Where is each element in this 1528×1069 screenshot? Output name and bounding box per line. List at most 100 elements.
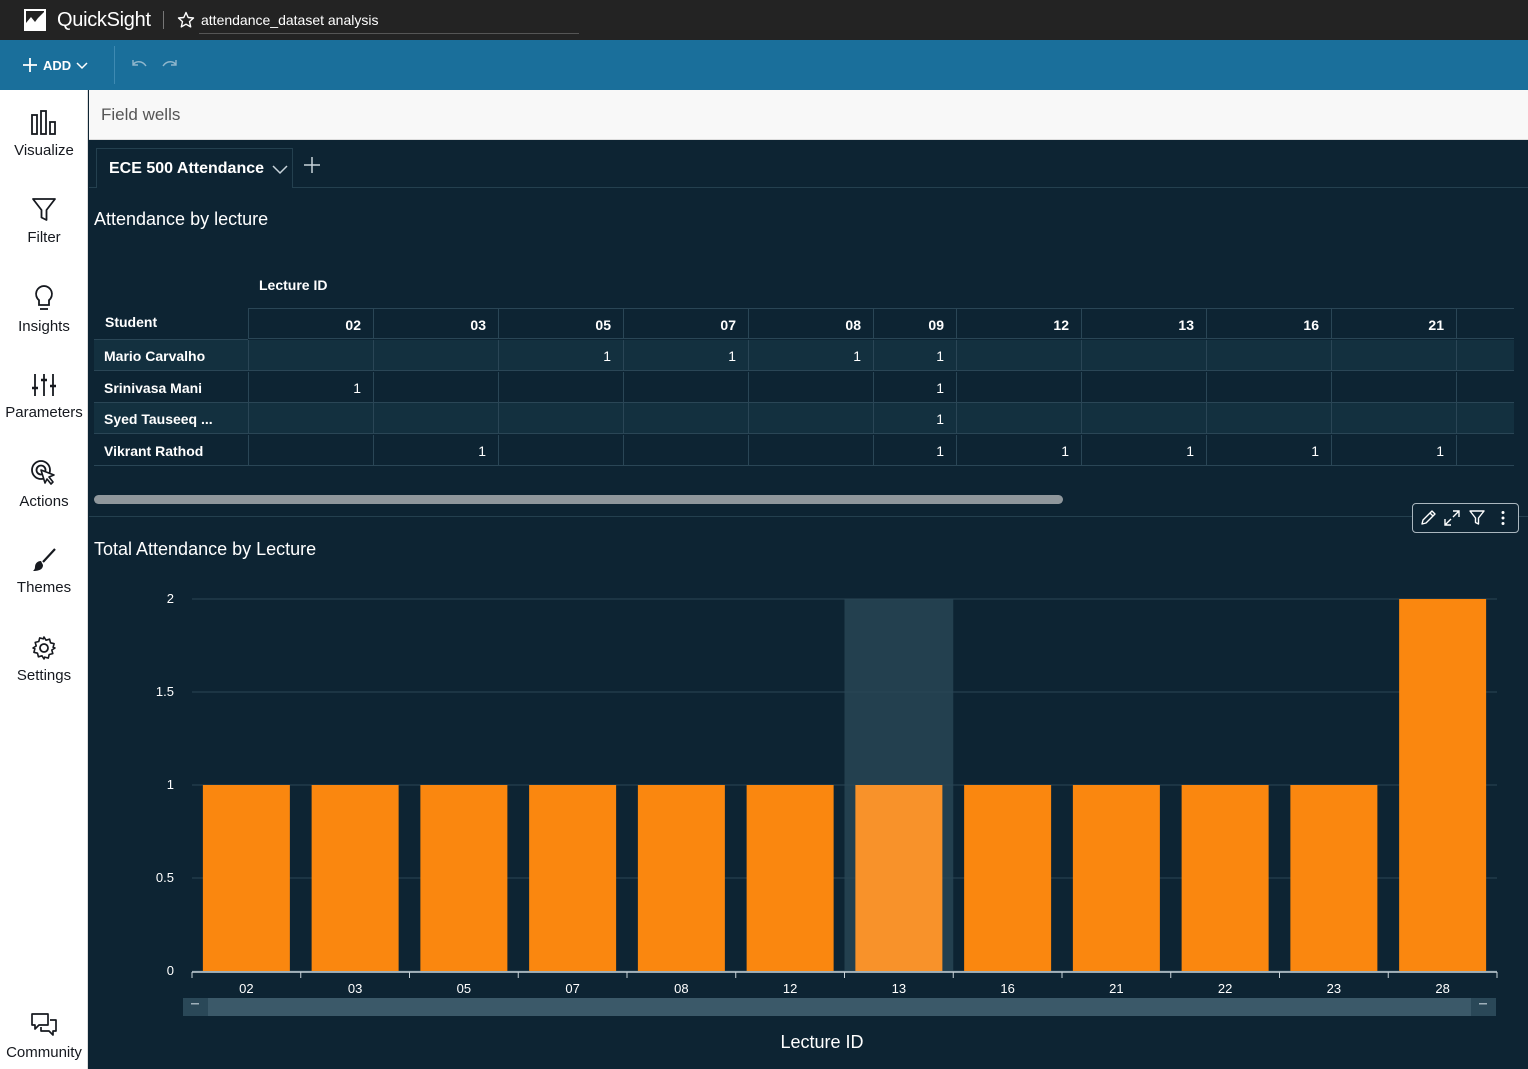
pivot-column-header[interactable]: 13 — [1081, 308, 1206, 339]
y-tick-label: 1.5 — [156, 684, 174, 699]
pivot-cell[interactable] — [373, 403, 498, 434]
range-handle-right[interactable] — [1479, 1003, 1487, 1005]
pivot-cell[interactable] — [1331, 340, 1456, 371]
pivot-cell[interactable] — [956, 371, 1081, 403]
pivot-cell[interactable] — [498, 434, 623, 466]
pivot-column-header[interactable]: 16 — [1206, 308, 1331, 339]
pivot-cell[interactable] — [248, 434, 373, 466]
pivot-cell[interactable] — [498, 371, 623, 403]
more-options-icon[interactable] — [1494, 509, 1512, 527]
pivot-column-header[interactable]: 02 — [248, 308, 373, 339]
pivot-cell[interactable] — [1331, 371, 1456, 403]
pivot-cell[interactable] — [623, 434, 748, 466]
add-button[interactable]: ADD — [22, 54, 88, 76]
pivot-row-label[interactable]: Vikrant Rathod — [104, 443, 203, 459]
pivot-cell[interactable]: 1 — [1206, 434, 1331, 466]
range-scrollbar-thumb[interactable] — [208, 998, 1471, 1016]
funnel-icon[interactable] — [1468, 509, 1486, 527]
pivot-column-header[interactable]: 21 — [1331, 308, 1456, 339]
pivot-cell[interactable] — [748, 403, 873, 434]
pivot-cell[interactable] — [623, 403, 748, 434]
bar-02[interactable] — [202, 785, 290, 971]
expand-icon[interactable] — [1443, 509, 1461, 527]
pivot-cell-overflow — [1456, 403, 1514, 434]
sidebar-item-settings[interactable]: Settings — [0, 635, 88, 684]
pivot-column-header[interactable]: 05 — [498, 308, 623, 339]
bar-chart: 0 0.5 1 1.5 2 02 03 05 07 08 12 13 16 21 22 23 28 — [156, 591, 1498, 1016]
sidebar-item-label: Visualize — [14, 142, 74, 159]
pivot-cell[interactable] — [248, 403, 373, 434]
bar-22[interactable] — [1181, 785, 1269, 971]
pivot-column-header[interactable]: 08 — [748, 308, 873, 339]
tab-ece-500-attendance[interactable]: ECE 500 Attendance — [96, 148, 293, 188]
pivot-column-field-header[interactable]: Lecture ID — [259, 277, 327, 293]
sidebar-item-actions[interactable]: Actions — [0, 459, 88, 510]
sidebar-item-filter[interactable]: Filter — [0, 197, 88, 246]
pivot-row-label[interactable]: Syed Tauseeq ... — [104, 411, 213, 427]
pivot-cell[interactable] — [248, 340, 373, 371]
undo-icon[interactable] — [130, 57, 148, 73]
pencil-icon[interactable] — [1419, 509, 1437, 527]
y-tick-label: 0 — [167, 963, 174, 978]
pivot-cell[interactable]: 1 — [1331, 434, 1456, 466]
chevron-down-icon[interactable] — [271, 162, 289, 176]
pivot-cell[interactable] — [1081, 340, 1206, 371]
pivot-cell[interactable] — [956, 403, 1081, 434]
pivot-row-label[interactable]: Srinivasa Mani — [104, 380, 202, 396]
y-tick-label: 0.5 — [156, 870, 174, 885]
sidebar-item-themes[interactable]: Themes — [0, 547, 88, 596]
pivot-cell[interactable] — [1206, 403, 1331, 434]
pivot-cell[interactable] — [1206, 340, 1331, 371]
bar-16[interactable] — [964, 785, 1052, 971]
pivot-cell[interactable]: 1 — [873, 340, 956, 371]
pivot-column-header[interactable]: 12 — [956, 308, 1081, 339]
pivot-cell[interactable] — [1206, 371, 1331, 403]
pivot-column-header[interactable]: 07 — [623, 308, 748, 339]
pivot-row-label[interactable]: Mario Carvalho — [104, 348, 205, 364]
pivot-cell[interactable]: 1 — [956, 434, 1081, 466]
bar-28[interactable] — [1399, 599, 1487, 971]
bar-08[interactable] — [637, 785, 725, 971]
pivot-cell[interactable] — [748, 371, 873, 403]
pivot-cell[interactable]: 1 — [498, 340, 623, 371]
pivot-cell[interactable] — [956, 340, 1081, 371]
bar-12[interactable] — [746, 785, 834, 971]
sidebar-item-parameters[interactable]: Parameters — [0, 372, 88, 421]
bar-13[interactable] — [855, 785, 943, 971]
pivot-cell[interactable] — [373, 371, 498, 403]
pivot-cell[interactable]: 1 — [748, 340, 873, 371]
bar-23[interactable] — [1290, 785, 1378, 971]
pivot-cell[interactable] — [498, 403, 623, 434]
pivot-cell[interactable]: 1 — [873, 371, 956, 403]
pivot-cell[interactable]: 1 — [873, 434, 956, 466]
pivot-cell[interactable]: 1 — [623, 340, 748, 371]
pivot-cell[interactable]: 1 — [373, 434, 498, 466]
field-wells-bar[interactable]: Field wells — [89, 90, 1528, 140]
pivot-cell[interactable] — [1081, 403, 1206, 434]
pivot-cell[interactable] — [623, 371, 748, 403]
add-sheet-icon[interactable] — [303, 156, 321, 174]
pivot-column-header[interactable]: 03 — [373, 308, 498, 339]
pivot-cell[interactable] — [1331, 403, 1456, 434]
pivot-cell[interactable]: 1 — [873, 403, 956, 434]
range-handle-left[interactable] — [191, 1003, 199, 1005]
horizontal-scrollbar[interactable] — [94, 495, 1063, 504]
bar-07[interactable] — [529, 785, 617, 971]
sidebar-item-visualize[interactable]: Visualize — [0, 110, 88, 159]
pivot-row-field-header[interactable]: Student — [105, 314, 157, 330]
analysis-name-field[interactable]: attendance_dataset analysis — [201, 12, 378, 28]
star-icon[interactable] — [177, 11, 195, 29]
bar-03[interactable] — [311, 785, 399, 971]
pivot-row: Mario Carvalho 1 1 1 1 — [94, 340, 1514, 371]
pivot-cell[interactable] — [373, 340, 498, 371]
sidebar-item-insights[interactable]: Insights — [0, 284, 88, 335]
pivot-cell[interactable] — [748, 434, 873, 466]
bar-21[interactable] — [1072, 785, 1160, 971]
sidebar-item-community[interactable]: Community — [0, 1012, 88, 1061]
bar-05[interactable] — [420, 785, 508, 971]
pivot-cell[interactable]: 1 — [248, 371, 373, 403]
redo-icon[interactable] — [161, 57, 179, 73]
pivot-cell[interactable]: 1 — [1081, 434, 1206, 466]
pivot-cell[interactable] — [1081, 371, 1206, 403]
pivot-column-header[interactable]: 09 — [873, 308, 956, 339]
